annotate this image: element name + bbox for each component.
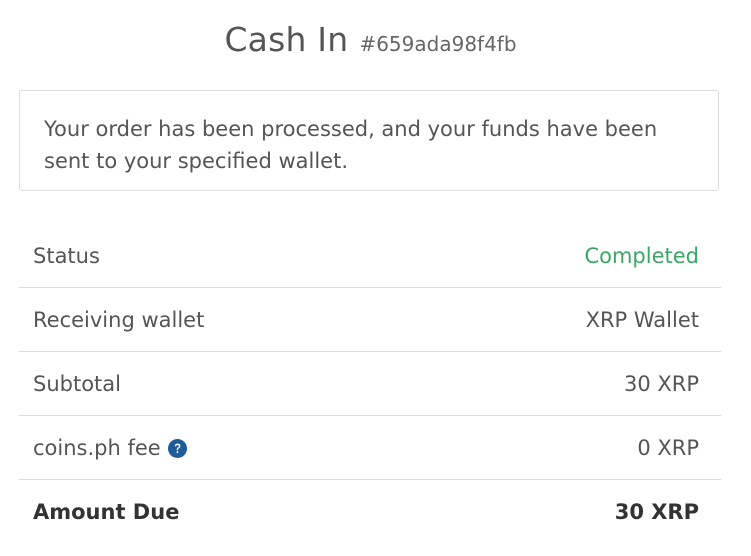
fee-value: 0 XRP <box>637 435 699 460</box>
fee-label-wrap: coins.ph fee <box>33 436 187 460</box>
fee-label: coins.ph fee <box>33 435 161 460</box>
question-circle-icon[interactable] <box>167 439 187 458</box>
amount-due-label: Amount Due <box>33 500 180 524</box>
detail-row-amount-due: Amount Due 30 XRP <box>19 480 721 544</box>
order-id: #659ada98f4fb <box>359 32 517 56</box>
receiving-wallet-label: Receiving wallet <box>33 307 205 332</box>
page-header: Cash In #659ada98f4fb <box>0 20 741 59</box>
notice-message: Your order has been processed, and your … <box>44 117 658 173</box>
detail-row-status: Status Completed <box>19 224 721 288</box>
detail-row-subtotal: Subtotal 30 XRP <box>19 352 721 416</box>
receiving-wallet-value: XRP Wallet <box>585 307 699 332</box>
amount-due-value: 30 XRP <box>614 500 699 524</box>
detail-row-receiving-wallet: Receiving wallet XRP Wallet <box>19 288 721 352</box>
status-label: Status <box>33 243 100 268</box>
subtotal-label: Subtotal <box>33 371 121 396</box>
notice-box: Your order has been processed, and your … <box>19 90 719 191</box>
status-value: Completed <box>584 243 699 268</box>
subtotal-value: 30 XRP <box>623 371 699 396</box>
order-details: Status Completed Receiving wallet XRP Wa… <box>19 224 721 544</box>
page-title: Cash In <box>224 20 349 59</box>
detail-row-fee: coins.ph fee 0 XRP <box>19 416 721 480</box>
